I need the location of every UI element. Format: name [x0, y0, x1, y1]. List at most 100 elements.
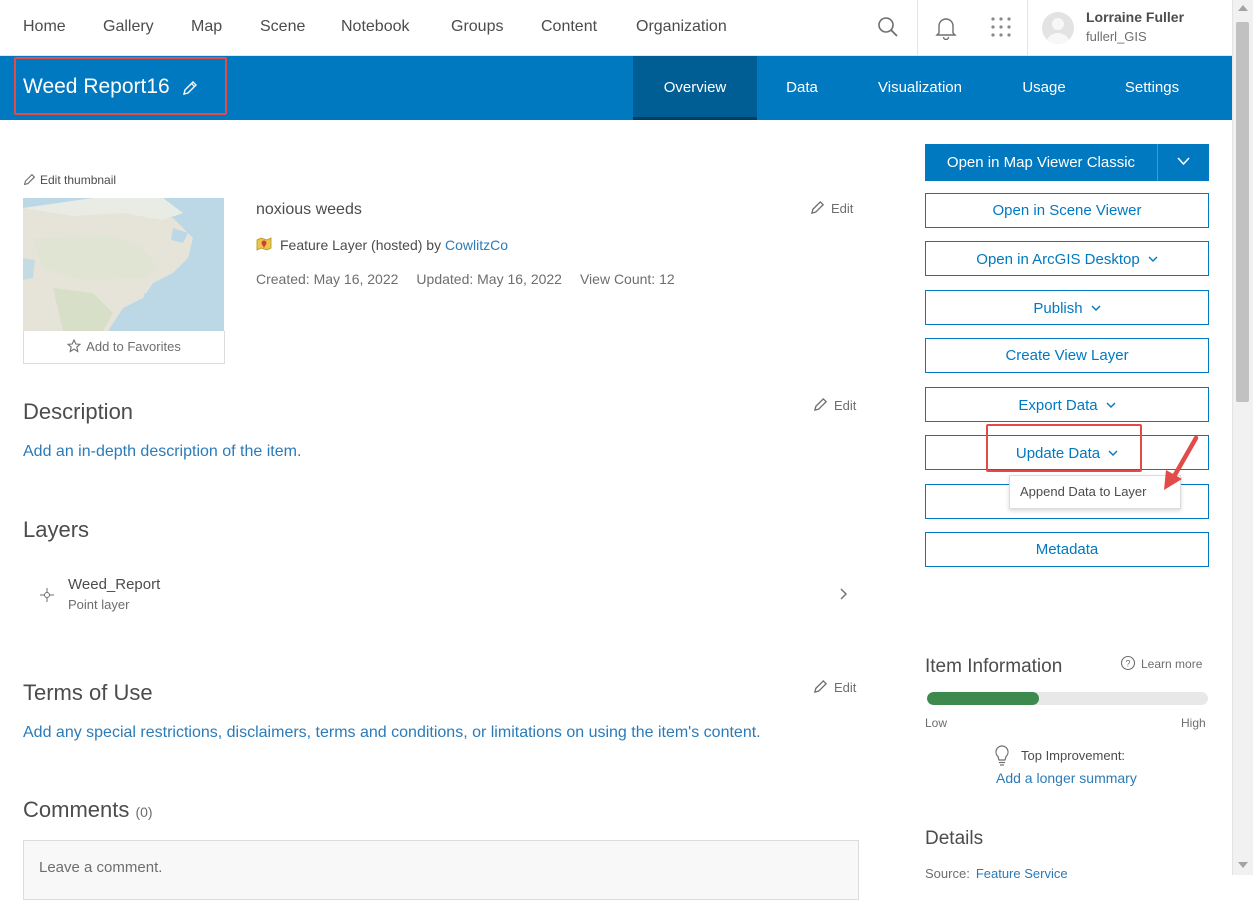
created-date: Created: May 16, 2022 [256, 271, 399, 287]
tab-usage[interactable]: Usage [993, 56, 1095, 120]
app-launcher-icon[interactable] [990, 16, 1012, 43]
export-data-button[interactable]: Export Data [925, 387, 1209, 422]
nav-home[interactable]: Home [23, 18, 66, 36]
top-improvement-label: Top Improvement: [1021, 748, 1126, 763]
title-highlight-box [14, 57, 227, 115]
item-type: Feature Layer (hosted) by [280, 237, 442, 253]
add-to-favorites-label: Add to Favorites [86, 339, 181, 354]
search-icon[interactable] [877, 16, 899, 43]
add-terms-link[interactable]: Add any special restrictions, disclaimer… [23, 724, 761, 742]
item-score-fill [927, 692, 1040, 705]
export-data-label: Export Data [1018, 397, 1098, 414]
nav-notebook[interactable]: Notebook [341, 18, 410, 36]
nav-organization[interactable]: Organization [636, 18, 727, 36]
item-dates: Created: May 16, 2022 Updated: May 16, 20… [256, 271, 693, 287]
create-view-layer-button[interactable]: Create View Layer [925, 338, 1209, 373]
tab-visualization[interactable]: Visualization [847, 56, 993, 120]
map-viewer-dropdown-button[interactable] [1157, 144, 1209, 181]
owner-link[interactable]: CowlitzCo [445, 237, 508, 253]
point-layer-icon [39, 587, 55, 608]
edit-terms-button[interactable]: Edit [813, 679, 856, 695]
chevron-right-icon[interactable] [838, 587, 848, 606]
add-description-link[interactable]: Add an in-depth description of the item. [23, 443, 301, 461]
meter-low-label: Low [925, 716, 948, 730]
terms-heading: Terms of Use [23, 680, 153, 705]
source-label: Source: [925, 866, 970, 881]
layer-name[interactable]: Weed_Report [68, 576, 160, 593]
annotation-arrow-icon [1160, 434, 1202, 497]
learn-more-link[interactable]: ? Learn more [1120, 655, 1202, 671]
open-arcgis-desktop-button[interactable]: Open in ArcGIS Desktop [925, 241, 1209, 276]
publish-button[interactable]: Publish [925, 290, 1209, 325]
details-heading: Details [925, 828, 984, 849]
lightbulb-icon [994, 745, 1010, 772]
nav-map[interactable]: Map [191, 18, 222, 36]
pencil-icon [23, 173, 36, 186]
nav-content[interactable]: Content [541, 18, 597, 36]
edit-label: Edit [834, 398, 857, 413]
pencil-icon [813, 397, 828, 412]
top-navigation: Home Gallery Map Scene Notebook Groups C… [0, 0, 1232, 56]
scroll-up-icon[interactable] [1238, 5, 1248, 11]
user-handle: fullerl_GIS [1086, 29, 1147, 44]
open-scene-viewer-label: Open in Scene Viewer [992, 202, 1142, 219]
pencil-icon [813, 679, 828, 694]
scrollbar-thumb[interactable] [1236, 22, 1249, 402]
description-heading: Description [23, 399, 134, 424]
scroll-down-icon[interactable] [1238, 862, 1248, 868]
avatar[interactable] [1042, 12, 1074, 44]
edit-thumbnail-label: Edit thumbnail [40, 173, 117, 187]
star-icon [66, 338, 82, 353]
edit-label: Edit [831, 201, 854, 216]
feature-layer-icon [256, 237, 272, 251]
updated-date: Updated: May 16, 2022 [416, 271, 562, 287]
comments-count: (0) [135, 804, 153, 820]
append-data-menu-item[interactable]: Append Data to Layer [1009, 475, 1181, 509]
add-to-favorites-button[interactable]: Add to Favorites [23, 331, 225, 364]
meter-high-label: High [1181, 716, 1206, 730]
comments-title: Comments [23, 797, 130, 822]
nav-divider [1027, 0, 1028, 56]
item-information-heading: Item Information [925, 656, 1063, 677]
item-summary: noxious weeds [256, 201, 362, 218]
nav-groups[interactable]: Groups [451, 18, 503, 36]
svg-text:?: ? [1125, 659, 1130, 669]
user-name[interactable]: Lorraine Fuller [1086, 9, 1184, 25]
tab-data[interactable]: Data [757, 56, 847, 120]
open-scene-viewer-button[interactable]: Open in Scene Viewer [925, 193, 1209, 228]
tab-settings[interactable]: Settings [1095, 56, 1209, 120]
create-view-layer-label: Create View Layer [1005, 347, 1129, 364]
open-map-viewer-classic-button[interactable]: Open in Map Viewer Classic [925, 144, 1157, 181]
tab-overview[interactable]: Overview [633, 56, 757, 120]
layers-heading: Layers [23, 517, 90, 542]
item-score-meter [927, 692, 1208, 705]
source-value-link[interactable]: Feature Service [976, 866, 1068, 881]
chevron-down-icon [1106, 388, 1116, 421]
publish-label: Publish [1033, 300, 1083, 317]
bell-icon[interactable] [935, 16, 957, 45]
chevron-down-icon [1091, 291, 1101, 324]
chevron-down-icon [1148, 242, 1158, 275]
comments-heading: Comments (0) [23, 797, 153, 823]
pencil-icon [810, 200, 825, 215]
edit-summary-button[interactable]: Edit [810, 200, 853, 216]
update-data-highlight-box [986, 424, 1142, 472]
nav-gallery[interactable]: Gallery [103, 18, 154, 36]
help-icon: ? [1120, 655, 1136, 671]
comment-placeholder: Leave a comment. [39, 859, 163, 876]
layer-type: Point layer [68, 597, 130, 612]
item-thumbnail [23, 198, 224, 331]
edit-thumbnail-button[interactable]: Edit thumbnail [23, 173, 116, 187]
metadata-button[interactable]: Metadata [925, 532, 1209, 567]
chevron-down-icon [1177, 157, 1190, 166]
view-count: View Count: 12 [579, 271, 675, 287]
nav-divider [917, 0, 918, 56]
details-source: Source: Feature Service [925, 866, 1068, 881]
nav-scene[interactable]: Scene [260, 18, 305, 36]
open-arcgis-desktop-label: Open in ArcGIS Desktop [976, 251, 1140, 268]
add-longer-summary-link[interactable]: Add a longer summary [996, 770, 1137, 786]
edit-label: Edit [834, 680, 857, 695]
edit-description-button[interactable]: Edit [813, 397, 856, 413]
metadata-label: Metadata [1035, 541, 1099, 558]
item-type-line: Feature Layer (hosted) by CowlitzCo [256, 236, 508, 253]
